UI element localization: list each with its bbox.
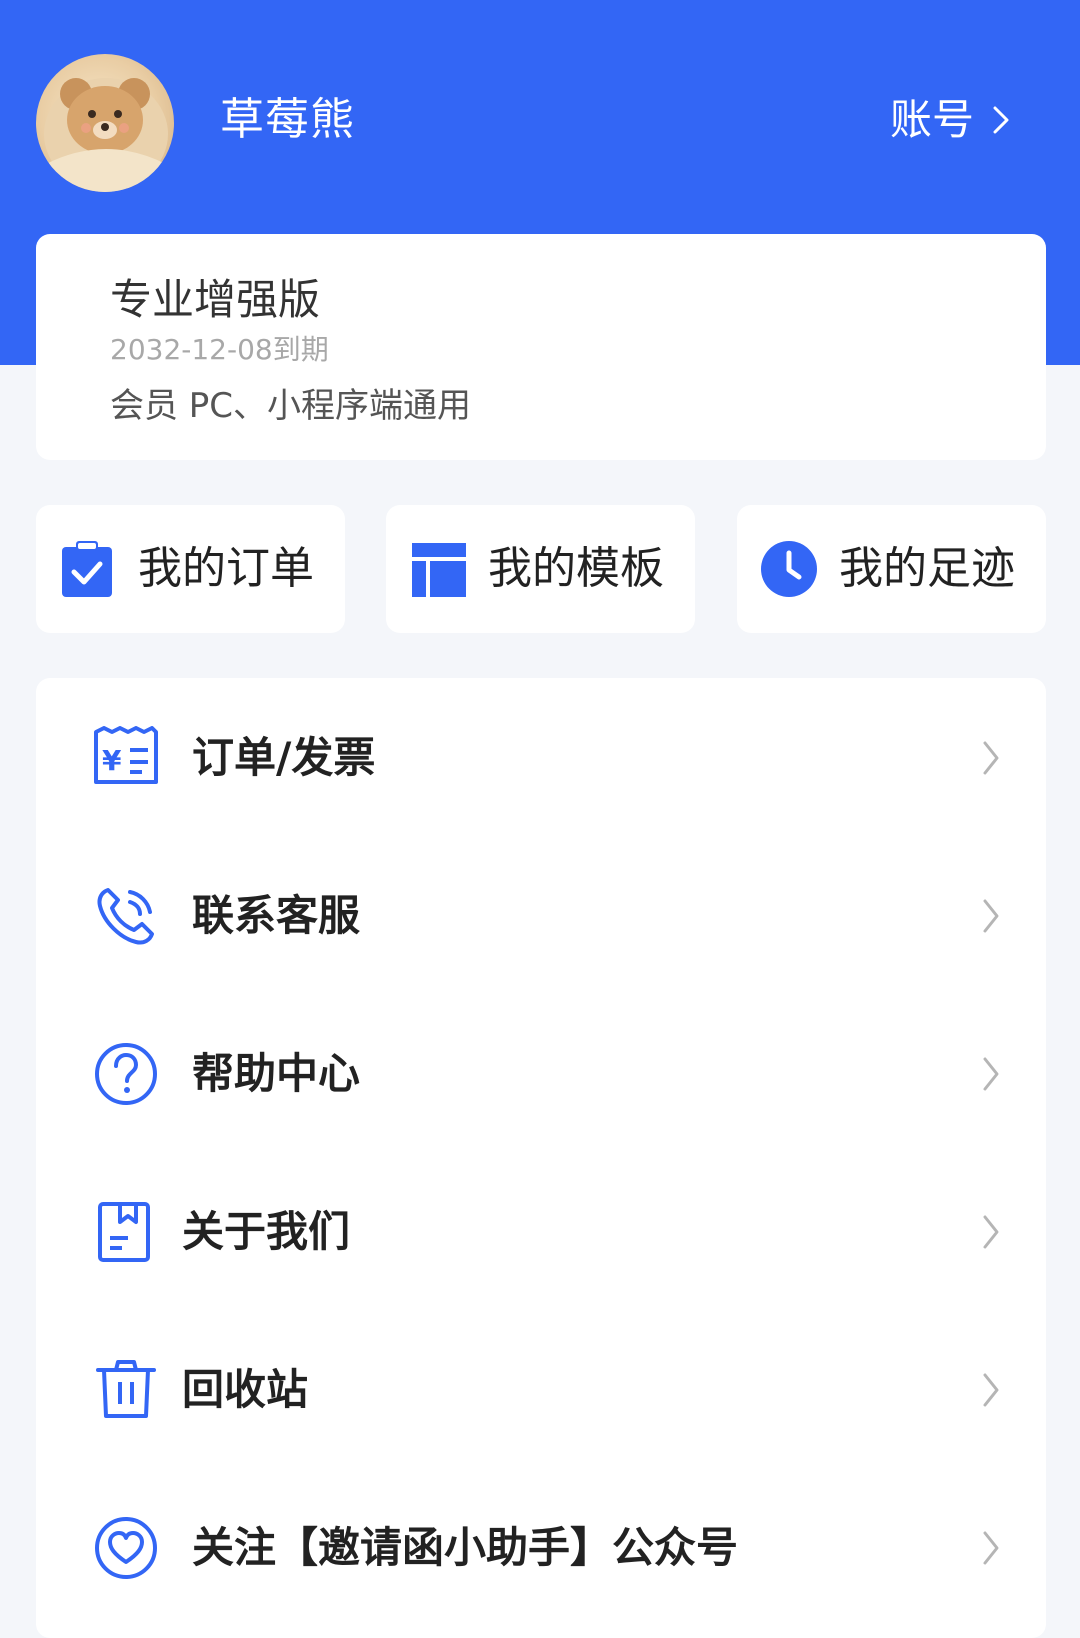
my-footprints-button[interactable]: 我的足迹 bbox=[737, 505, 1046, 633]
about-icon bbox=[98, 1202, 150, 1262]
account-label: 账号 bbox=[889, 95, 974, 144]
chevron-right-icon bbox=[983, 1057, 999, 1091]
membership-title: 专业增强版 bbox=[110, 275, 321, 324]
clipboard-check-icon bbox=[62, 541, 112, 597]
bear-avatar-image bbox=[44, 78, 168, 192]
clock-icon bbox=[761, 541, 817, 597]
menu-item-label: 帮助中心 bbox=[192, 1049, 361, 1098]
menu-item-label: 关于我们 bbox=[182, 1207, 351, 1256]
trash-icon bbox=[96, 1360, 156, 1418]
my-templates-button[interactable]: 我的模板 bbox=[386, 505, 695, 633]
chevron-right-icon bbox=[993, 106, 1009, 134]
invoice-icon: ¥ bbox=[94, 726, 158, 784]
template-layout-icon bbox=[412, 543, 466, 597]
quick-actions: 我的订单 我的模板 我的足迹 bbox=[36, 505, 1046, 633]
chevron-right-icon bbox=[983, 1373, 999, 1407]
my-templates-label: 我的模板 bbox=[488, 543, 664, 594]
my-orders-label: 我的订单 bbox=[138, 543, 314, 594]
menu-item-label: 回收站 bbox=[182, 1365, 309, 1414]
menu-item-label: 订单/发票 bbox=[192, 733, 376, 782]
heart-icon bbox=[95, 1517, 157, 1579]
menu-item-label: 联系客服 bbox=[192, 891, 361, 940]
menu-item-follow-official-account[interactable]: 关注【邀请函小助手】公众号 bbox=[36, 1468, 1046, 1626]
chevron-right-icon bbox=[983, 1531, 999, 1565]
menu-item-label: 关注【邀请函小助手】公众号 bbox=[192, 1523, 739, 1572]
my-footprints-label: 我的足迹 bbox=[839, 543, 1015, 594]
chevron-right-icon bbox=[983, 899, 999, 933]
username: 草莓熊 bbox=[220, 94, 355, 145]
avatar[interactable] bbox=[36, 54, 174, 192]
menu-item-contact-support[interactable]: 联系客服 bbox=[36, 836, 1046, 994]
menu-item-invoice[interactable]: ¥ 订单/发票 bbox=[36, 678, 1046, 836]
phone-icon bbox=[97, 888, 154, 945]
my-orders-button[interactable]: 我的订单 bbox=[36, 505, 345, 633]
membership-card[interactable]: 专业增强版 2032-12-08到期 会员 PC、小程序端通用 bbox=[36, 234, 1046, 460]
chevron-right-icon bbox=[983, 1215, 999, 1249]
menu-list: ¥ 订单/发票 联系客服 帮助中心 关于我们 回收站 关注【邀请函小助手】公众号 bbox=[36, 678, 1046, 1638]
menu-item-help-center[interactable]: 帮助中心 bbox=[36, 994, 1046, 1152]
membership-description: 会员 PC、小程序端通用 bbox=[110, 386, 472, 426]
help-icon bbox=[95, 1043, 157, 1105]
account-link[interactable]: 账号 bbox=[890, 94, 1010, 146]
menu-item-recycle-bin[interactable]: 回收站 bbox=[36, 1310, 1046, 1468]
svg-text:¥: ¥ bbox=[102, 744, 122, 777]
menu-item-about-us[interactable]: 关于我们 bbox=[36, 1152, 1046, 1310]
chevron-right-icon bbox=[983, 741, 999, 775]
membership-expire-date: 2032-12-08到期 bbox=[110, 333, 329, 366]
